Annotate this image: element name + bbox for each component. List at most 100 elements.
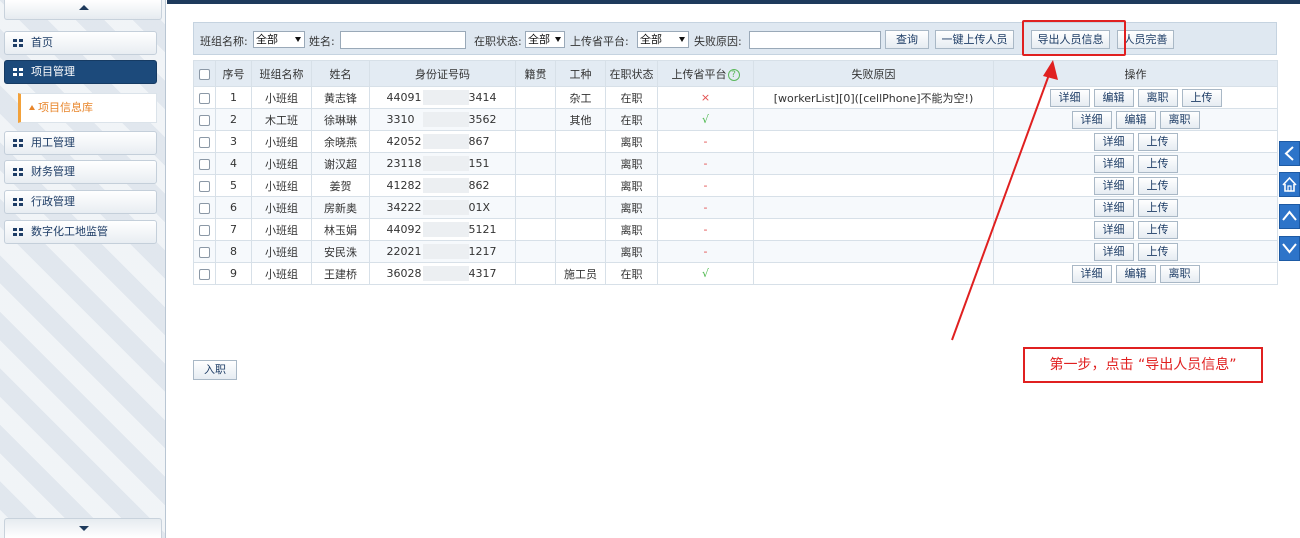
row-checkbox[interactable] (199, 92, 210, 104)
select-all-checkbox[interactable] (199, 68, 210, 80)
row-id-number: 22021 1217 (369, 240, 516, 263)
row-select-cell[interactable] (193, 130, 216, 153)
sidebar-item-project-management[interactable]: 项目管理 (4, 60, 157, 84)
detail-button[interactable]: 详细 (1071, 264, 1112, 283)
sidebar-item-labor-management[interactable]: 用工管理 (4, 131, 157, 155)
sidebar-item-admin-management[interactable]: 行政管理 (4, 190, 157, 214)
detail-button[interactable]: 详细 (1093, 220, 1134, 239)
dropdown-arrow-icon (295, 37, 301, 42)
table-row[interactable]: 1 小班组 黄志锋 44091 3414 杂工 在职 × [workerList][0]([ce… (193, 86, 1278, 109)
detail-button[interactable]: 详细 (1049, 88, 1090, 107)
table-row[interactable]: 4 小班组 谢汉超 23118 151 离职 - 详细 上传 (193, 152, 1278, 175)
hire-button[interactable]: 入职 (193, 360, 237, 380)
main-content: 班组名称: 全部 姓名: 在职状态: 全部 上传省平台: 全部 失败原因: 查询… (167, 0, 1300, 538)
platform-filter-select[interactable]: 全部 (637, 31, 689, 48)
sidebar-item-home[interactable]: 首页 (4, 31, 157, 55)
upload-all-button[interactable]: 一键上传人员 (935, 30, 1014, 49)
row-select-cell[interactable] (193, 196, 216, 219)
table-row[interactable]: 2 木工班 徐琳琳 3310 3562 其他 在职 √ 详细 编辑 离职 (193, 108, 1278, 131)
table-row[interactable]: 9 小班组 王建桥 36028 4317 施工员 在职 √ 详细 编辑 离职 (193, 262, 1278, 285)
table-row[interactable]: 8 小班组 安民洙 22021 1217 离职 - 详细 上传 (193, 240, 1278, 263)
row-name: 房新奥 (311, 196, 370, 219)
edit-button[interactable]: 编辑 (1115, 110, 1156, 129)
sidebar-item-label: 项目信息库 (38, 101, 93, 114)
resign-button[interactable]: 离职 (1159, 110, 1200, 129)
reason-input[interactable] (749, 31, 881, 49)
table-row[interactable]: 6 小班组 房新奥 34222 01X 离职 - 详细 上传 (193, 196, 1278, 219)
table-row[interactable]: 5 小班组 姜贺 41282 862 离职 - 详细 上传 (193, 174, 1278, 197)
row-status: 离职 (605, 174, 658, 197)
id-number-end: 1217 (468, 244, 497, 258)
upload-button[interactable]: 上传 (1137, 242, 1178, 261)
annotation-label: 第一步，点击 “导出人员信息” (1023, 347, 1263, 383)
header-platform: 上传省平台? (657, 60, 754, 87)
edit-button[interactable]: 编辑 (1115, 264, 1156, 283)
float-nav-back-button[interactable] (1279, 141, 1300, 166)
upload-button[interactable]: 上传 (1181, 88, 1222, 107)
name-input[interactable] (340, 31, 466, 49)
upload-button[interactable]: 上传 (1137, 176, 1178, 195)
row-select-cell[interactable] (193, 218, 216, 241)
table-row[interactable]: 3 小班组 余晓燕 42052 867 离职 - 详细 上传 (193, 130, 1278, 153)
upload-button[interactable]: 上传 (1137, 154, 1178, 173)
float-nav-down-button[interactable] (1279, 236, 1300, 261)
detail-button[interactable]: 详细 (1093, 198, 1134, 217)
detail-button[interactable]: 详细 (1093, 132, 1134, 151)
detail-button[interactable]: 详细 (1093, 154, 1134, 173)
header-status: 在职状态 (605, 60, 658, 87)
id-number-end: 5121 (468, 222, 497, 236)
row-checkbox[interactable] (199, 246, 210, 258)
detail-button[interactable]: 详细 (1093, 176, 1134, 195)
help-icon[interactable]: ? (727, 68, 740, 81)
float-nav-up-button[interactable] (1279, 204, 1300, 229)
id-number-start: 36028 (386, 266, 422, 280)
sidebar-scroll-up-button[interactable] (4, 0, 162, 20)
row-trade: 其他 (555, 108, 606, 131)
select-all-cell[interactable] (193, 60, 216, 87)
table-row[interactable]: 7 小班组 林玉娟 44092 5121 离职 - 详细 上传 (193, 218, 1278, 241)
detail-button[interactable]: 详细 (1071, 110, 1112, 129)
row-checkbox[interactable] (199, 268, 210, 280)
sidebar-item-finance-management[interactable]: 财务管理 (4, 160, 157, 184)
row-checkbox[interactable] (199, 158, 210, 170)
row-no: 8 (215, 240, 252, 263)
header-no: 序号 (215, 60, 252, 87)
row-trade (555, 174, 606, 197)
row-checkbox[interactable] (199, 180, 210, 192)
query-button[interactable]: 查询 (885, 30, 929, 49)
row-select-cell[interactable] (193, 174, 216, 197)
team-filter-value: 全部 (256, 33, 278, 46)
resign-button[interactable]: 离职 (1159, 264, 1200, 283)
status-filter-value: 全部 (528, 33, 550, 46)
row-checkbox[interactable] (199, 202, 210, 214)
row-fail-reason (753, 240, 994, 263)
status-filter-select[interactable]: 全部 (525, 31, 565, 48)
row-team: 小班组 (251, 86, 312, 109)
detail-button[interactable]: 详细 (1093, 242, 1134, 261)
team-filter-select[interactable]: 全部 (253, 31, 305, 48)
platform-filter-label: 上传省平台: (570, 35, 629, 48)
upload-button[interactable]: 上传 (1137, 132, 1178, 151)
row-status: 在职 (605, 86, 658, 109)
row-select-cell[interactable] (193, 108, 216, 131)
float-nav-home-button[interactable] (1279, 172, 1300, 197)
id-number-end: 862 (468, 178, 490, 192)
row-checkbox[interactable] (199, 224, 210, 236)
upload-button[interactable]: 上传 (1137, 220, 1178, 239)
edit-button[interactable]: 编辑 (1093, 88, 1134, 107)
row-select-cell[interactable] (193, 240, 216, 263)
sidebar-subitem-project-info[interactable]: 项目信息库 (18, 93, 157, 123)
id-number-end: 3562 (468, 112, 497, 126)
header-id: 身份证号码 (369, 60, 516, 87)
sidebar-item-digital-site[interactable]: 数字化工地监管 (4, 220, 157, 244)
resign-button[interactable]: 离职 (1137, 88, 1178, 107)
row-platform-status: - (657, 152, 754, 175)
row-checkbox[interactable] (199, 114, 210, 126)
upload-button[interactable]: 上传 (1137, 198, 1178, 217)
row-team: 小班组 (251, 130, 312, 153)
row-select-cell[interactable] (193, 152, 216, 175)
row-checkbox[interactable] (199, 136, 210, 148)
row-select-cell[interactable] (193, 86, 216, 109)
row-select-cell[interactable] (193, 262, 216, 285)
sidebar-scroll-down-button[interactable] (4, 518, 162, 538)
